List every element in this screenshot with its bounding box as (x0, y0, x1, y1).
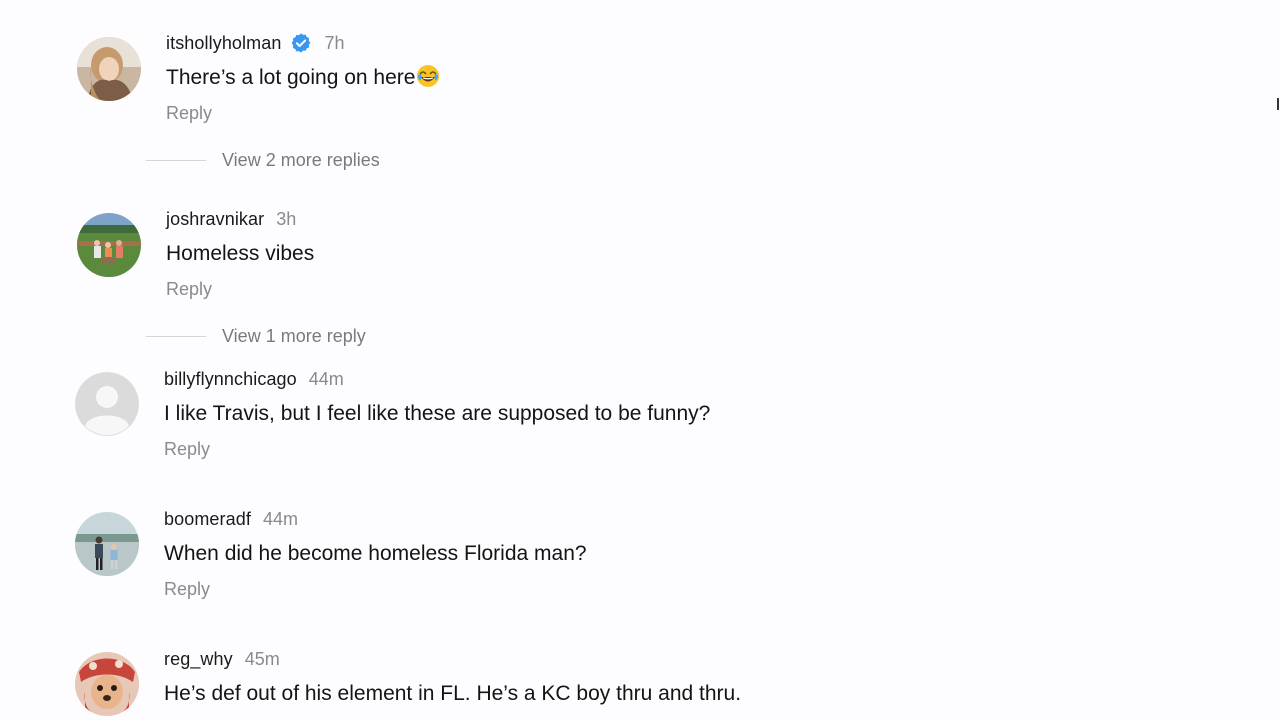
timestamp: 44m (308, 368, 344, 389)
default-avatar-icon[interactable] (75, 372, 139, 436)
comment-meta: boomeradf 44m (164, 507, 298, 531)
comment-text: When did he become homeless Florida man? (164, 542, 587, 565)
scrollbar-thumb[interactable] (1277, 98, 1279, 110)
timestamp: 45m (244, 648, 280, 669)
view-more-replies-button[interactable]: View 1 more reply (146, 324, 366, 348)
comment-meta: reg_why 45m (164, 647, 280, 671)
comment-text: I like Travis, but I feel like these are… (164, 402, 711, 425)
avatar[interactable] (77, 37, 141, 101)
reply-button[interactable]: Reply (166, 277, 212, 301)
laughing-emoji-icon (417, 65, 440, 87)
timestamp: 7h (324, 32, 345, 53)
reply-button[interactable]: Reply (164, 577, 210, 601)
username[interactable]: itshollyholman (166, 33, 281, 54)
verified-badge-icon (290, 32, 312, 54)
timestamp: 44m (262, 508, 298, 529)
comment-text: There’s a lot going on here (166, 64, 440, 92)
avatar[interactable] (75, 652, 139, 716)
comment-meta: itshollyholman 7h (166, 31, 345, 55)
comments-panel: itshollyholman 7h There’s a lot going on… (0, 0, 1280, 720)
comment-meta: billyflynnchicago 44m (164, 367, 344, 391)
view-more-replies-label: View 1 more reply (222, 325, 366, 346)
username[interactable]: boomeradf (164, 509, 251, 530)
avatar[interactable] (75, 512, 139, 576)
comment-text-body: There’s a lot going on here (166, 66, 416, 89)
divider-line (146, 159, 206, 161)
reply-button[interactable]: Reply (164, 437, 210, 461)
timestamp: 3h (276, 208, 297, 229)
username[interactable]: billyflynnchicago (164, 369, 297, 390)
comment-meta: joshravnikar 3h (166, 207, 296, 231)
username[interactable]: joshravnikar (166, 209, 264, 230)
view-more-replies-button[interactable]: View 2 more replies (146, 148, 380, 172)
comment-text: He’s def out of his element in FL. He’s … (164, 682, 742, 705)
reply-button[interactable]: Reply (166, 101, 212, 125)
view-more-replies-label: View 2 more replies (222, 149, 380, 170)
divider-line (146, 335, 206, 337)
username[interactable]: reg_why (164, 649, 233, 670)
comment-text: Homeless vibes (166, 242, 315, 265)
avatar[interactable] (77, 213, 141, 277)
